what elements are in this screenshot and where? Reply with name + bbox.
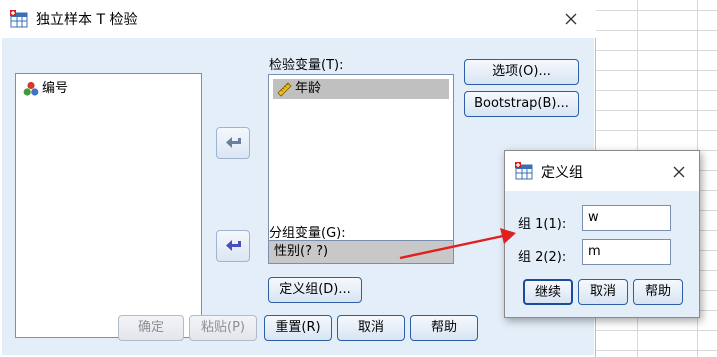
source-variable-list[interactable]: 编号	[15, 73, 202, 338]
options-button[interactable]: 选项(O)...	[464, 59, 579, 85]
grouping-variable-field[interactable]: 性别(? ?)	[268, 240, 454, 264]
help-button[interactable]: 帮助	[410, 315, 478, 341]
group1-input[interactable]: w	[582, 205, 671, 231]
sub-help-button[interactable]: 帮助	[633, 279, 683, 305]
continue-button[interactable]: 继续	[523, 279, 573, 305]
group2-label: 组 2(2):	[518, 250, 567, 265]
define-groups-button[interactable]: 定义组(D)...	[268, 277, 362, 303]
bootstrap-button[interactable]: Bootstrap(B)...	[464, 91, 579, 117]
nominal-variable-icon	[23, 81, 39, 97]
define-groups-titlebar: 定义组	[505, 151, 699, 191]
ok-button[interactable]: 确定	[118, 315, 184, 341]
list-item-biaohao[interactable]: 编号	[20, 79, 68, 99]
sub-cancel-button[interactable]: 取消	[578, 279, 628, 305]
dialog-title: 独立样本 T 检验	[36, 12, 138, 28]
dialog-titlebar: 独立样本 T 检验	[0, 0, 596, 38]
arrow-left-icon	[226, 240, 241, 251]
define-groups-title: 定义组	[541, 165, 583, 181]
list-item-label: 编号	[42, 81, 69, 96]
spss-app-icon	[10, 10, 28, 28]
test-variables-label: 检验变量(T):	[269, 58, 344, 73]
list-item-nianling[interactable]: 年龄	[273, 79, 449, 99]
define-groups-dialog: 定义组 组 1(1): w 组 2(2): m 继续 取消 帮助	[504, 150, 700, 318]
reset-button[interactable]: 重置(R)	[264, 315, 332, 341]
arrow-left-icon	[226, 137, 241, 148]
move-to-grouping-variable-button[interactable]	[216, 230, 250, 262]
grouping-variable-label: 分组变量(G):	[269, 226, 346, 241]
close-icon[interactable]	[669, 162, 689, 182]
group2-input[interactable]: m	[582, 239, 671, 265]
close-icon[interactable]	[561, 9, 581, 29]
group1-label: 组 1(1):	[518, 217, 567, 232]
paste-button[interactable]: 粘贴(P)	[189, 315, 257, 341]
cancel-button[interactable]: 取消	[337, 315, 405, 341]
list-item-label: 年龄	[295, 81, 322, 96]
spss-app-icon	[515, 162, 533, 180]
test-variables-list[interactable]: 年龄	[268, 74, 454, 242]
scale-ruler-icon	[276, 81, 292, 97]
move-to-test-variables-button[interactable]	[216, 127, 250, 159]
